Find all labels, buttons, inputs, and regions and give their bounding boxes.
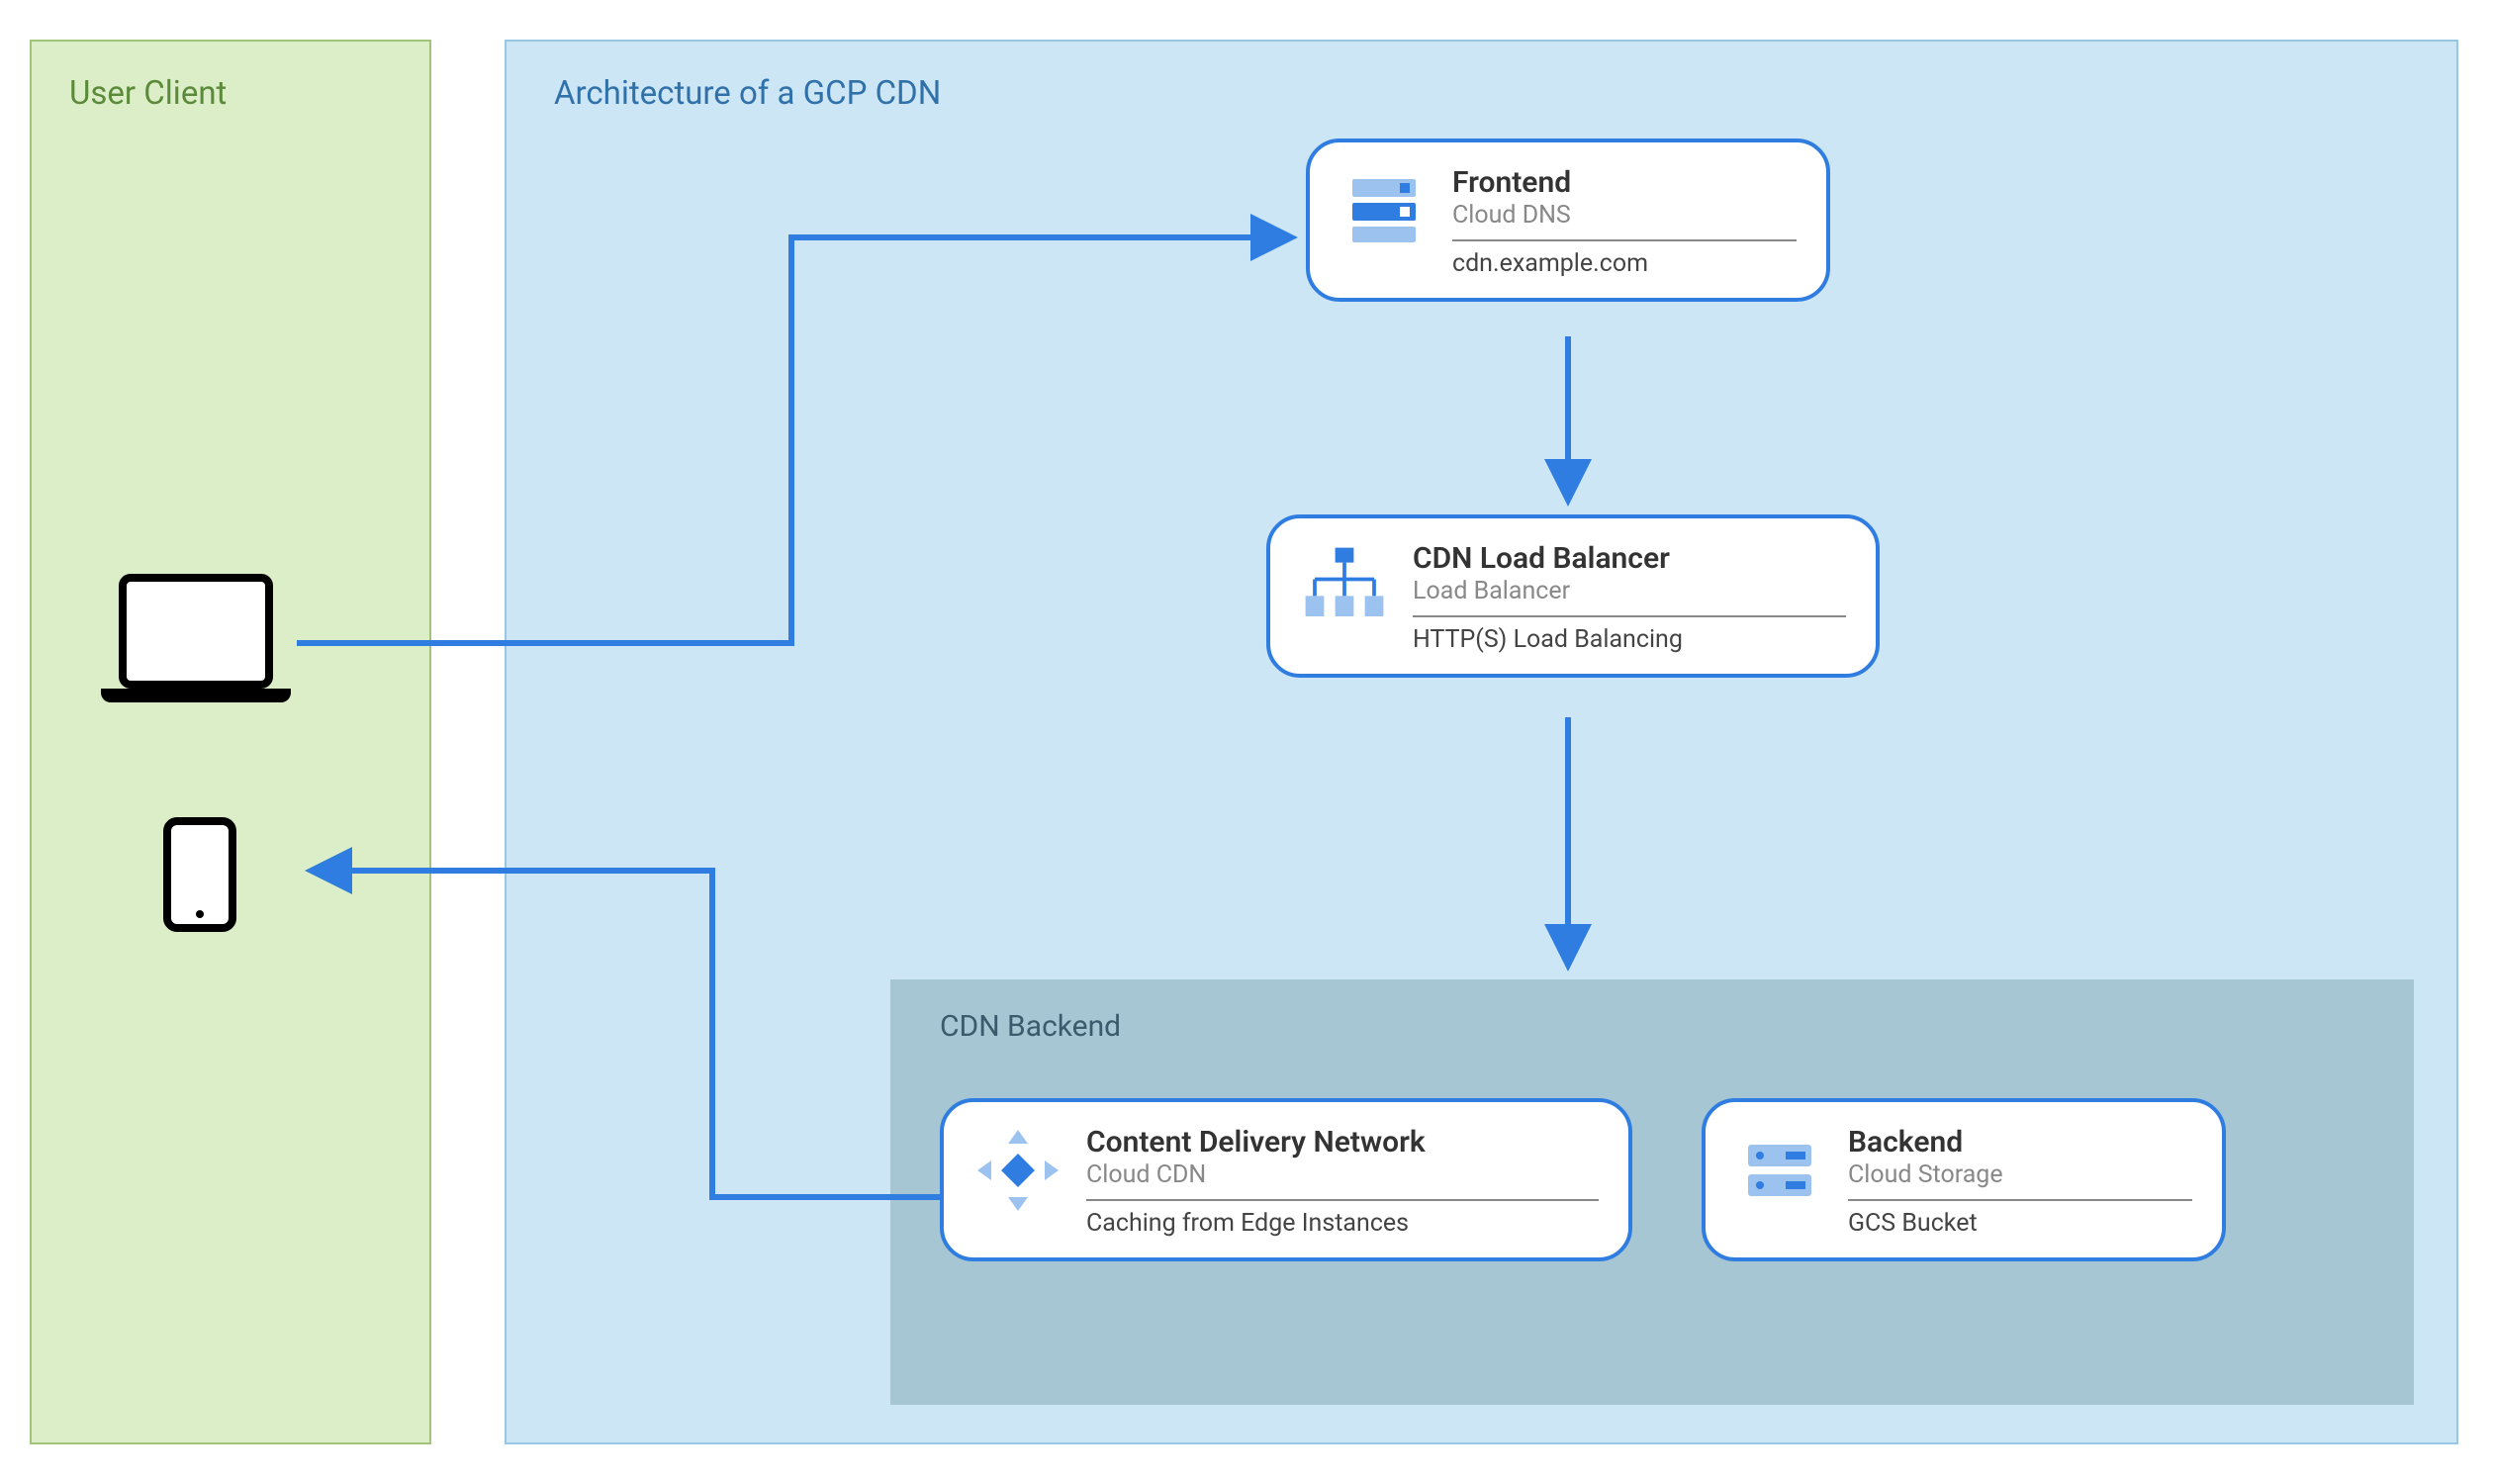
phone-icon <box>163 817 236 932</box>
cdn-node: Content Delivery Network Cloud CDN Cachi… <box>940 1098 1632 1261</box>
cdn-heading: Content Delivery Network <box>1086 1126 1599 1159</box>
storage-subtitle: Cloud Storage <box>1848 1160 2192 1189</box>
frontend-heading: Frontend <box>1452 166 1797 199</box>
divider <box>1848 1199 2192 1201</box>
storage-text: Backend Cloud Storage GCS Bucket <box>1848 1126 2192 1238</box>
lb-detail: HTTP(S) Load Balancing <box>1413 625 1846 654</box>
laptop-base <box>101 689 291 702</box>
user-devices <box>119 574 273 932</box>
cdn-text: Content Delivery Network Cloud CDN Cachi… <box>1086 1126 1599 1238</box>
cdn-subtitle: Cloud CDN <box>1086 1160 1599 1189</box>
storage-icon <box>1735 1126 1824 1215</box>
lb-heading: CDN Load Balancer <box>1413 542 1846 575</box>
user-client-title: User Client <box>69 74 227 113</box>
frontend-text: Frontend Cloud DNS cdn.example.com <box>1452 166 1797 278</box>
backend-group-title: CDN Backend <box>940 1009 1121 1044</box>
architecture-title: Architecture of a GCP CDN <box>554 74 941 113</box>
lb-text: CDN Load Balancer Load Balancer HTTP(S) … <box>1413 542 1846 654</box>
frontend-node: Frontend Cloud DNS cdn.example.com <box>1306 139 1830 302</box>
divider <box>1086 1199 1599 1201</box>
dns-icon <box>1339 166 1429 255</box>
load-balancer-icon <box>1300 542 1389 631</box>
storage-heading: Backend <box>1848 1126 2192 1159</box>
lb-subtitle: Load Balancer <box>1413 577 1846 605</box>
frontend-detail: cdn.example.com <box>1452 249 1797 278</box>
divider <box>1413 615 1846 617</box>
storage-node: Backend Cloud Storage GCS Bucket <box>1702 1098 2226 1261</box>
diagram-stage: User Client Architecture of a GCP CDN Fr… <box>0 0 2493 1484</box>
frontend-subtitle: Cloud DNS <box>1452 201 1797 230</box>
load-balancer-node: CDN Load Balancer Load Balancer HTTP(S) … <box>1266 514 1880 678</box>
cdn-icon <box>973 1126 1062 1215</box>
laptop-icon <box>119 574 273 689</box>
divider <box>1452 239 1797 241</box>
phone-home-indicator <box>196 910 204 918</box>
storage-detail: GCS Bucket <box>1848 1209 2192 1238</box>
cdn-detail: Caching from Edge Instances <box>1086 1209 1599 1238</box>
